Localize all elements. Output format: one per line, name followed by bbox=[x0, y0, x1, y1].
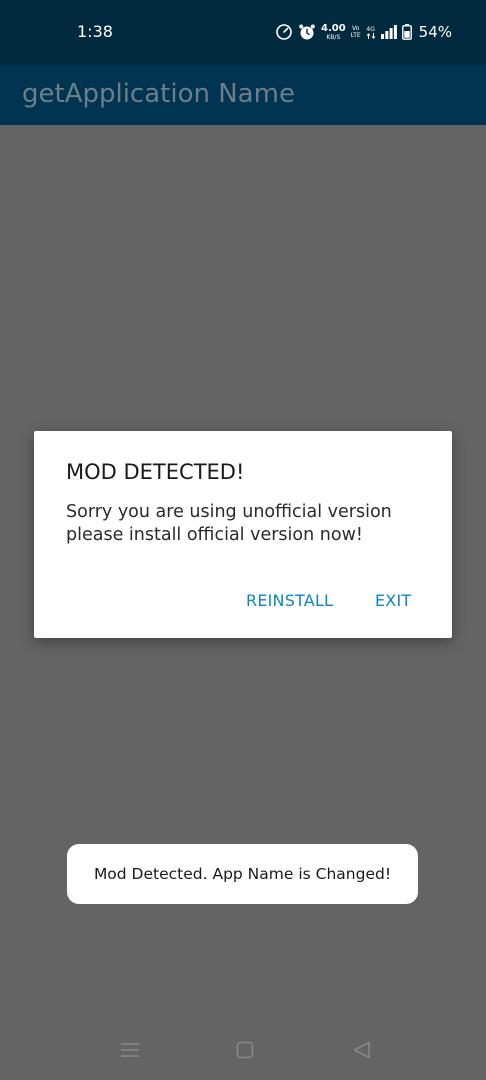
back-triangle-icon[interactable] bbox=[350, 1038, 374, 1062]
alarm-icon bbox=[298, 23, 316, 41]
menu-icon[interactable] bbox=[118, 1038, 142, 1062]
mod-detected-dialog: MOD DETECTED! Sorry you are using unoffi… bbox=[34, 431, 452, 638]
status-icons: 4.00 KB/S Vo LTE 4G 54% bbox=[275, 20, 452, 44]
speedometer-icon bbox=[275, 23, 293, 41]
dialog-title: MOD DETECTED! bbox=[66, 460, 245, 484]
toast: Mod Detected. App Name is Changed! bbox=[67, 844, 418, 904]
app-title: getApplication Name bbox=[22, 79, 295, 109]
toast-message: Mod Detected. App Name is Changed! bbox=[93, 865, 392, 883]
status-time: 1:38 bbox=[77, 22, 113, 41]
reinstall-button[interactable]: REINSTALL bbox=[246, 589, 333, 613]
network-speed: 4.00 KB/S bbox=[320, 22, 346, 41]
volte-indicator: Vo LTE bbox=[351, 25, 361, 39]
volte-bottom: LTE bbox=[350, 32, 361, 39]
network-speed-unit: KB/S bbox=[326, 33, 341, 41]
navigation-bar bbox=[0, 1020, 486, 1080]
status-bar: 1:38 4.00 KB/S Vo LTE 4G 54% bbox=[0, 0, 486, 65]
exit-button[interactable]: EXIT bbox=[375, 589, 411, 613]
dialog-message: Sorry you are using unofficial version p… bbox=[66, 502, 392, 545]
app-bar: getApplication Name bbox=[0, 65, 486, 125]
data-arrows-icon bbox=[366, 32, 376, 39]
battery-percent: 54% bbox=[418, 23, 452, 41]
home-square-icon[interactable] bbox=[233, 1038, 257, 1062]
network-type: 4G bbox=[366, 25, 375, 33]
signal-strength-icon bbox=[380, 25, 397, 39]
battery-icon bbox=[401, 24, 412, 40]
network-type-indicator: 4G bbox=[366, 26, 376, 39]
volte-top: Vo bbox=[352, 25, 360, 32]
network-speed-value: 4.00 bbox=[320, 22, 346, 34]
